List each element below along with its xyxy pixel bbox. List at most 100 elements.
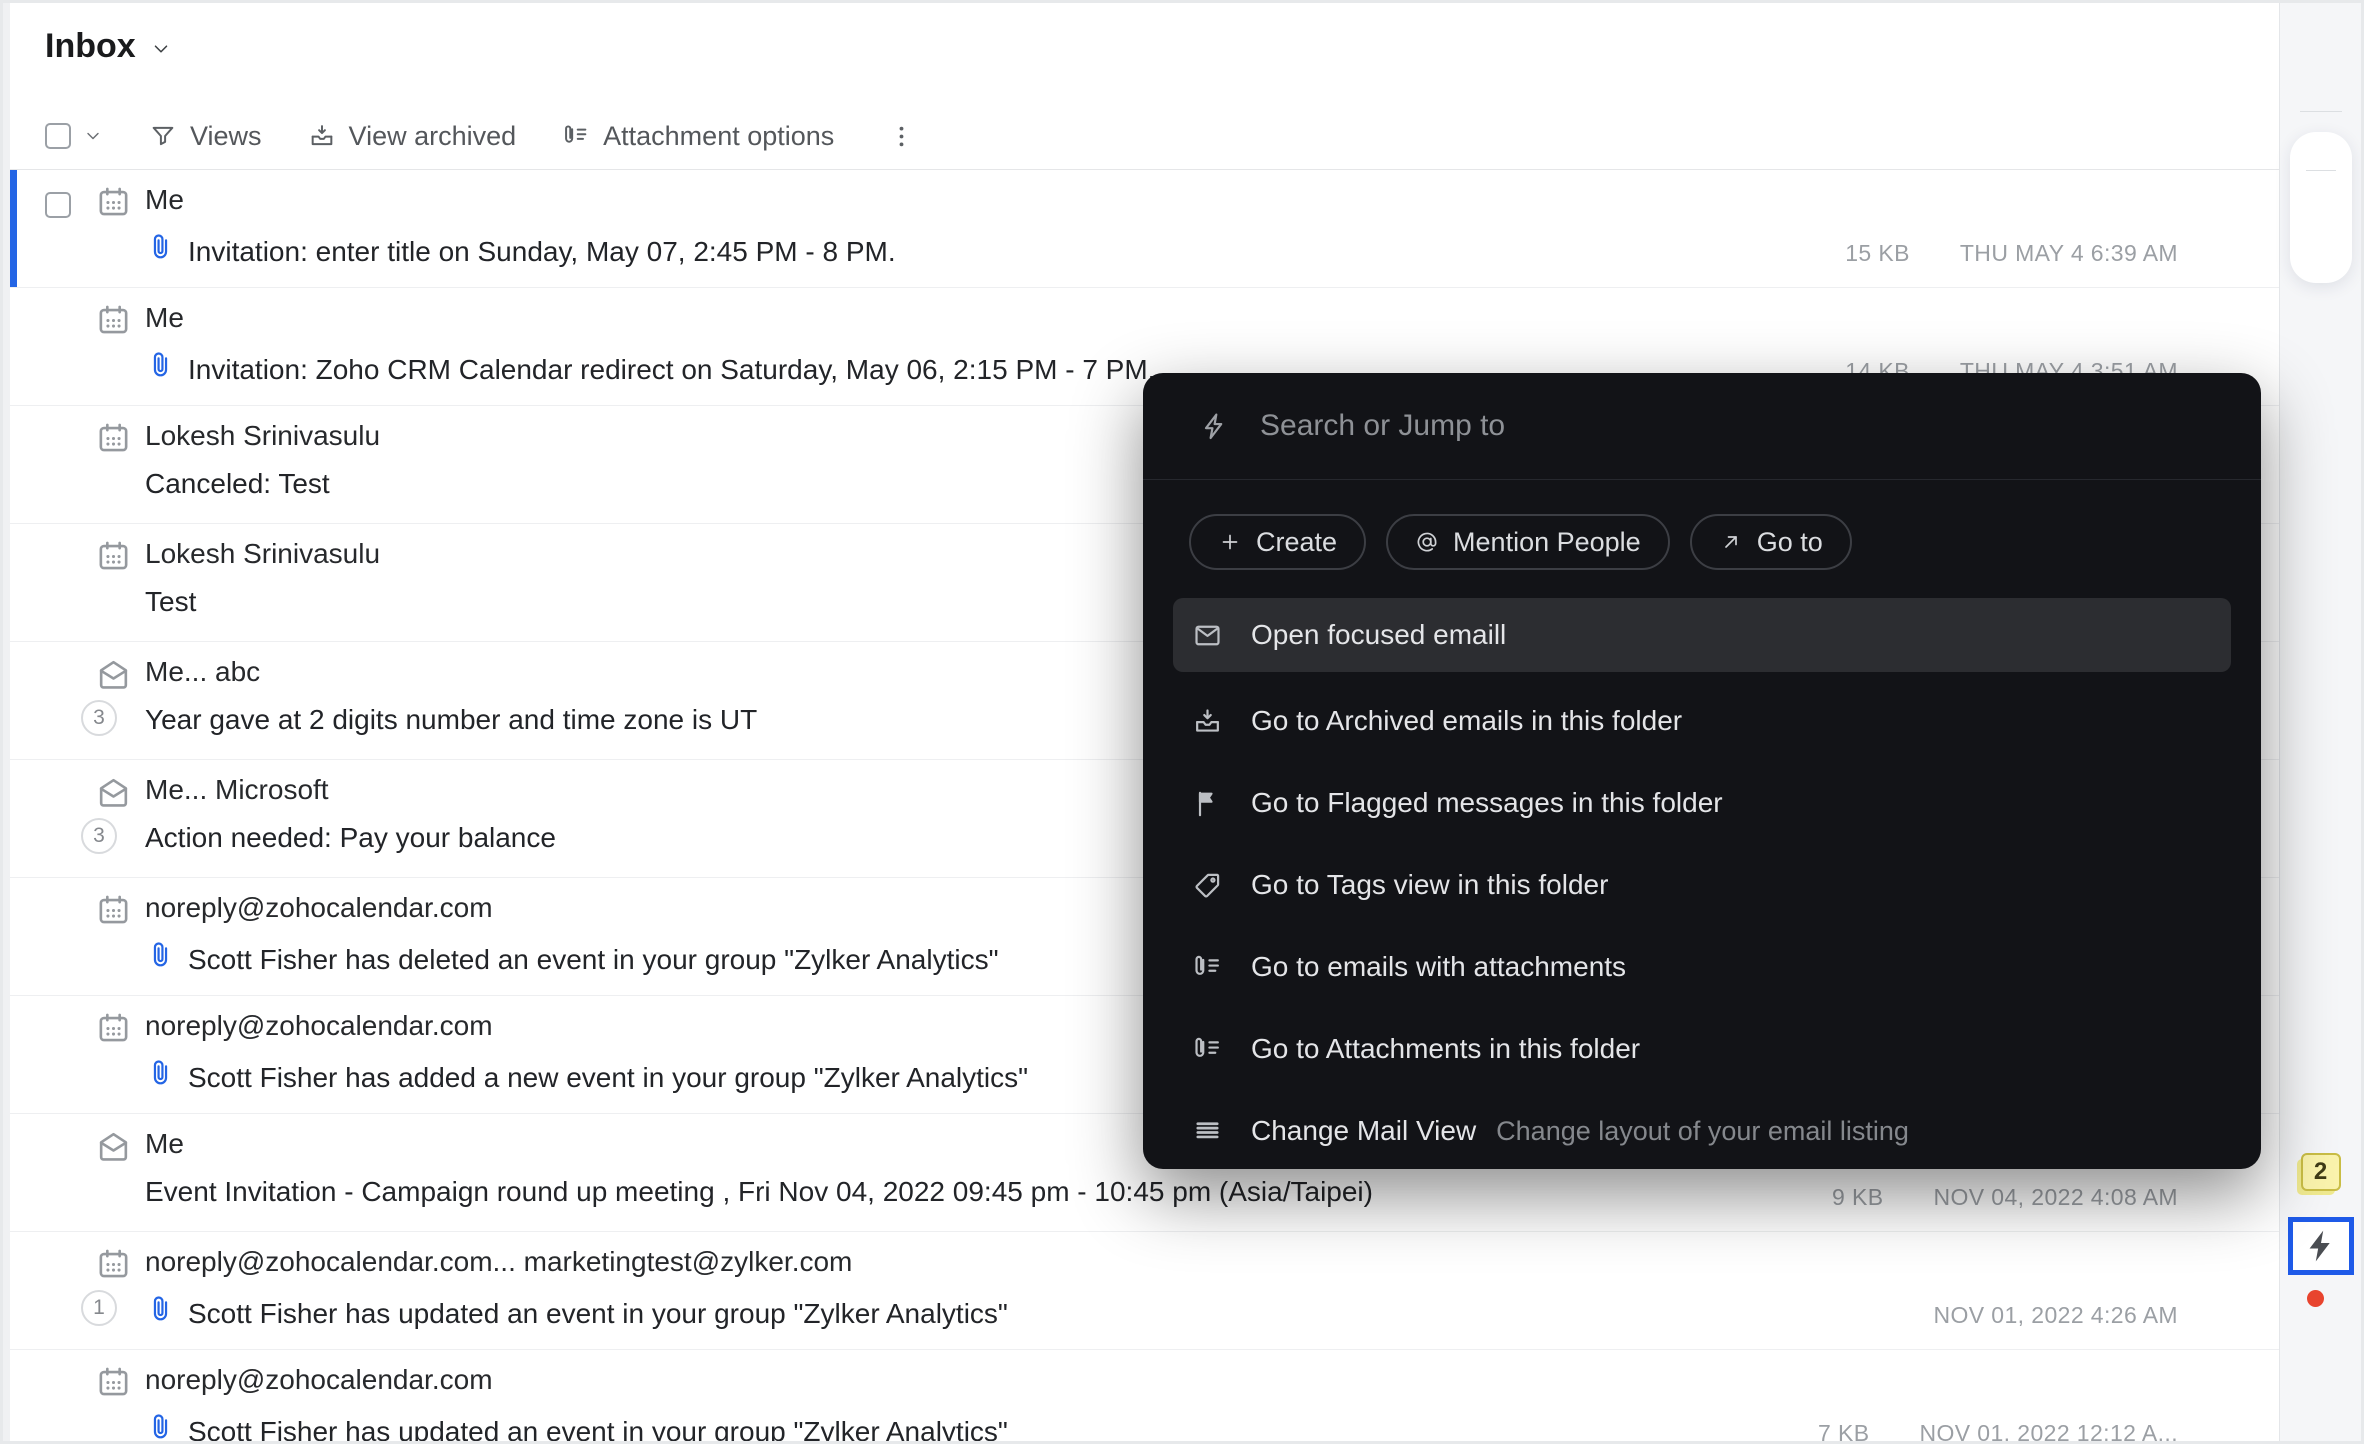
thread-count-badge: 1 [81, 1290, 117, 1326]
paperclip-icon [145, 1058, 176, 1089]
calendar-icon [95, 538, 132, 575]
more-options-icon[interactable] [888, 123, 915, 150]
email-subject: Canceled: Test [145, 468, 330, 500]
funnel-icon [149, 122, 177, 150]
email-subject: Scott Fisher has updated an event in you… [188, 1416, 1008, 1444]
right-app-sidebar: 2 [2279, 3, 2361, 1441]
chevron-down-icon[interactable] [83, 126, 103, 146]
sidebar-divider [2300, 111, 2342, 112]
search-input[interactable]: Search or Jump to [1143, 373, 2261, 480]
command-label: Open focused emaill [1251, 619, 1506, 651]
archive-tray-icon [1189, 706, 1225, 737]
attachment-list-icon [562, 122, 590, 150]
email-size: 7 KB [1818, 1420, 1869, 1444]
pill-label: Mention People [1453, 527, 1641, 558]
bolt-icon [2302, 1227, 2340, 1265]
pill-mention-people[interactable]: Mention People [1386, 514, 1670, 570]
email-sender: Me [145, 1128, 184, 1160]
chevron-down-icon [150, 38, 172, 60]
quick-action-pills: Create Mention People Go to [1189, 514, 2261, 570]
pill-create[interactable]: Create [1189, 514, 1366, 570]
integrations-panel [2290, 132, 2352, 283]
command-sublabel: Change layout of your email listing [1496, 1116, 1909, 1147]
email-subject: Scott Fisher has added a new event in yo… [188, 1062, 1028, 1094]
command-item[interactable]: Go to Flagged messages in this folder [1173, 762, 2231, 844]
sidebar-divider [2306, 170, 2336, 171]
email-subject: Invitation: enter title on Sunday, May 0… [188, 236, 896, 268]
command-list: Open focused emaill Go to Archived emails… [1143, 598, 2261, 1169]
command-item[interactable]: Go to emails with attachments [1173, 926, 2231, 1008]
command-item[interactable]: Change Mail View Change layout of your em… [1173, 1090, 2231, 1169]
calendar-icon [95, 892, 132, 929]
command-label: Go to Archived emails in this folder [1251, 705, 1682, 737]
email-date: NOV 01, 2022 4:26 AM [1933, 1302, 2178, 1329]
pill-go-to[interactable]: Go to [1690, 514, 1852, 570]
bolt-icon-selected[interactable] [2288, 1217, 2354, 1275]
email-row[interactable]: noreply@zohocalendar.comScott Fisher has… [3, 1350, 2282, 1444]
paperclip-icon [145, 232, 176, 263]
calendar-icon [95, 1246, 132, 1283]
email-date: THU MAY 4 6:39 AM [1960, 240, 2178, 267]
envelope-icon [1189, 620, 1225, 651]
email-sender: Me... abc [145, 656, 260, 688]
views-label: Views [190, 121, 262, 152]
sticky-note-count: 2 [2314, 1158, 2327, 1186]
select-all-checkbox[interactable] [45, 123, 71, 149]
row-checkbox[interactable] [45, 192, 71, 218]
view-archived-button[interactable]: View archived [308, 121, 517, 152]
paperclip-icon [145, 940, 176, 971]
thread-count-badge: 3 [81, 818, 117, 854]
search-jump-overlay: Search or Jump to Create Mention People Go… [1143, 373, 2261, 1169]
attachment-list-icon [1189, 952, 1225, 983]
bolt-icon [1199, 411, 1230, 442]
envelope-open-icon [95, 1128, 132, 1165]
email-subject: Scott Fisher has deleted an event in you… [188, 944, 999, 976]
attachment-options-button[interactable]: Attachment options [562, 121, 834, 152]
calendar-icon [95, 184, 132, 221]
search-placeholder: Search or Jump to [1260, 409, 1505, 443]
email-subject: Event Invitation - Campaign round up mee… [145, 1176, 1373, 1208]
email-row[interactable]: noreply@zohocalendar.com... marketingtes… [3, 1232, 2282, 1350]
email-row[interactable]: MeInvitation: enter title on Sunday, May… [3, 170, 2282, 288]
command-label: Go to emails with attachments [1251, 951, 1626, 983]
envelope-open-icon [95, 774, 132, 811]
email-date: NOV 01, 2022 12:12 A... [1919, 1420, 2178, 1444]
attachment-list-icon [1189, 1034, 1225, 1065]
email-sender: noreply@zohocalendar.com... marketingtes… [145, 1246, 852, 1278]
email-sender: noreply@zohocalendar.com [145, 892, 493, 924]
command-item[interactable]: Go to Archived emails in this folder [1173, 680, 2231, 762]
at-icon [1415, 530, 1439, 554]
paperclip-icon [145, 1294, 176, 1325]
folder-title: Inbox [45, 27, 136, 66]
views-button[interactable]: Views [149, 121, 262, 152]
email-subject: Test [145, 586, 196, 618]
flag-icon [1189, 788, 1225, 819]
calendar-icon [95, 302, 132, 339]
paperclip-icon [145, 350, 176, 381]
command-label: Go to Flagged messages in this folder [1251, 787, 1723, 819]
email-subject: Year gave at 2 digits number and time zo… [145, 704, 757, 736]
envelope-open-icon [95, 656, 132, 693]
command-item[interactable]: Open focused emaill [1173, 598, 2231, 672]
email-subject: Scott Fisher has updated an event in you… [188, 1298, 1008, 1330]
email-date: NOV 04, 2022 4:08 AM [1933, 1184, 2178, 1211]
tag-icon [1189, 870, 1225, 901]
email-sender: Me [145, 302, 184, 334]
email-subject: Action needed: Pay your balance [145, 822, 556, 854]
email-size: 15 KB [1845, 240, 1910, 267]
arrow-up-right-icon [1719, 530, 1743, 554]
sticky-note-icon[interactable]: 2 [2301, 1153, 2341, 1191]
command-item[interactable]: Go to Tags view in this folder [1173, 844, 2231, 926]
calendar-icon [95, 1010, 132, 1047]
attachment-options-label: Attachment options [603, 121, 834, 152]
archive-tray-icon [308, 122, 336, 150]
folder-dropdown[interactable]: Inbox [45, 27, 172, 66]
email-sender: Lokesh Srinivasulu [145, 538, 380, 570]
command-label: Go to Tags view in this folder [1251, 869, 1608, 901]
command-label: Go to Attachments in this folder [1251, 1033, 1640, 1065]
email-sender: Me... Microsoft [145, 774, 329, 806]
calendar-icon [95, 420, 132, 457]
thread-count-badge: 3 [81, 700, 117, 736]
command-label: Change Mail View [1251, 1115, 1476, 1147]
command-item[interactable]: Go to Attachments in this folder [1173, 1008, 2231, 1090]
